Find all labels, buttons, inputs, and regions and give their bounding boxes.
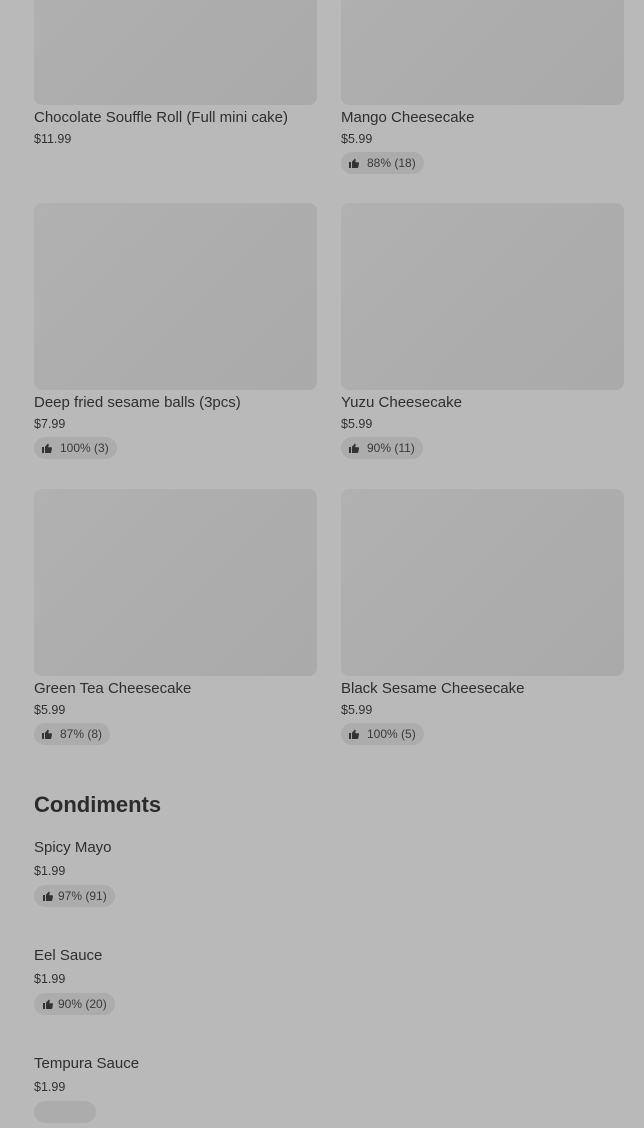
item-name: Spicy Mayo [34, 839, 112, 856]
item-price: $5.99 [341, 703, 373, 717]
thumbs-up-icon [349, 158, 360, 168]
rating-text: 87% (8) [60, 727, 103, 741]
item-price: $1.99 [34, 972, 66, 986]
rating-text: 90% (20) [58, 997, 107, 1011]
rating-text: 100% (3) [60, 441, 109, 455]
condiment-item[interactable]: Tempura Sauce $1.99 [34, 1054, 334, 1128]
item-price: $5.99 [34, 703, 66, 717]
menu-item-card[interactable]: Black Sesame Cheesecake $5.99 100% (5) [341, 489, 624, 745]
rating-text: 97% (91) [58, 889, 107, 903]
rating-badge: 100% (5) [341, 723, 424, 745]
item-price: $1.99 [34, 1080, 66, 1094]
item-name: Chocolate Souffle Roll (Full mini cake) [34, 109, 288, 126]
item-price: $7.99 [34, 417, 66, 431]
section-title: Condiments [34, 792, 162, 817]
rating-badge: 87% (8) [34, 723, 111, 745]
rating-badge: 88% (18) [341, 152, 424, 174]
menu-item-card[interactable]: Mango Cheesecake $5.99 88% (18) [341, 0, 624, 174]
thumbs-up-icon [43, 999, 54, 1009]
item-image[interactable] [34, 0, 317, 105]
rating-text: 90% (11) [367, 441, 415, 455]
menu-item-card[interactable]: Deep fried sesame balls (3pcs) $7.99 100… [34, 203, 317, 459]
thumbs-up-icon [42, 443, 53, 453]
item-name: Tempura Sauce [34, 1055, 140, 1072]
item-image[interactable] [34, 489, 317, 676]
item-price: $11.99 [34, 132, 72, 146]
condiment-item[interactable]: Eel Sauce $1.99 90% (20) [34, 946, 334, 1015]
rating-badge [34, 1101, 96, 1123]
thumbs-up-icon [349, 443, 360, 453]
item-name: Black Sesame Cheesecake [341, 680, 525, 697]
thumbs-up-icon [42, 729, 53, 739]
item-price: $5.99 [341, 417, 373, 431]
menu-page: Chocolate Souffle Roll (Full mini cake) … [0, 0, 644, 1123]
rating-text: 100% (5) [367, 727, 416, 741]
thumbs-up-icon [43, 891, 54, 901]
item-price: $1.99 [34, 864, 66, 878]
item-image[interactable] [341, 0, 624, 105]
rating-badge: 97% (91) [34, 885, 115, 907]
item-name: Mango Cheesecake [341, 109, 475, 126]
thumbs-up-icon [349, 729, 360, 739]
item-image[interactable] [341, 489, 624, 676]
menu-item-card[interactable]: Green Tea Cheesecake $5.99 87% (8) [34, 489, 317, 745]
item-name: Yuzu Cheesecake [341, 394, 462, 411]
rating-badge: 90% (20) [34, 993, 115, 1015]
item-image[interactable] [34, 203, 317, 390]
menu-item-card[interactable]: Chocolate Souffle Roll (Full mini cake) … [34, 0, 317, 147]
item-image[interactable] [341, 203, 624, 390]
rating-badge: 90% (11) [341, 437, 423, 459]
item-name: Eel Sauce [34, 947, 103, 964]
rating-badge: 100% (3) [34, 437, 117, 459]
rating-text: 88% (18) [367, 156, 416, 170]
menu-item-card[interactable]: Yuzu Cheesecake $5.99 90% (11) [341, 203, 624, 459]
item-name: Green Tea Cheesecake [34, 680, 192, 697]
condiment-item[interactable]: Spicy Mayo $1.99 97% (91) [34, 838, 334, 907]
item-name: Deep fried sesame balls (3pcs) [34, 394, 241, 411]
item-price: $5.99 [341, 132, 373, 146]
